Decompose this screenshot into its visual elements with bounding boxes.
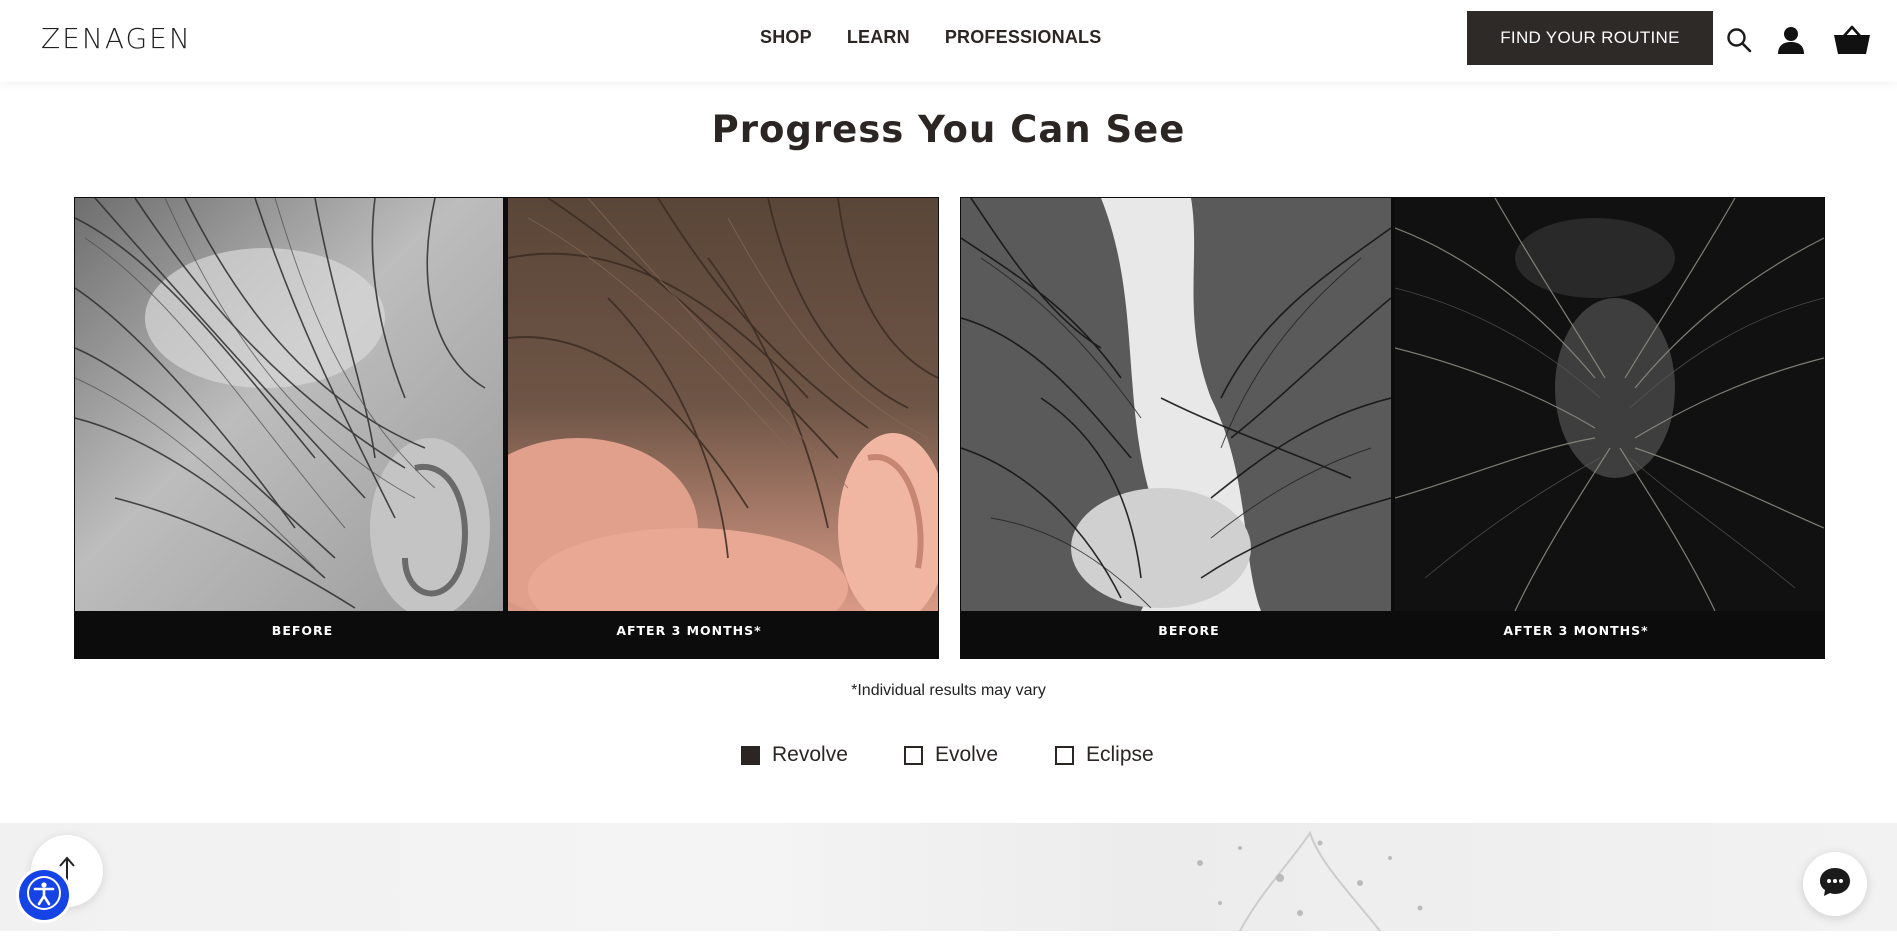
search-icon[interactable]	[1721, 22, 1757, 58]
main-nav: SHOP LEARN PROFESSIONALS	[760, 27, 1101, 48]
next-section-background	[0, 823, 1897, 931]
nav-professionals[interactable]: PROFESSIONALS	[945, 27, 1102, 48]
after-photo	[458, 197, 948, 648]
after-caption: AFTER 3 MONTHS*	[1503, 623, 1649, 638]
chat-icon	[1818, 866, 1852, 903]
account-icon[interactable]	[1773, 22, 1809, 58]
checkbox-unchecked[interactable]	[1055, 745, 1074, 765]
accessibility-button[interactable]	[19, 870, 69, 920]
option-label: Revolve	[772, 743, 848, 766]
option-label: Evolve	[935, 743, 999, 766]
find-your-routine-button[interactable]: FIND YOUR ROUTINE	[1467, 11, 1713, 65]
results-disclaimer: *Individual results may vary	[851, 682, 1046, 699]
comparison-panel-1: BEFORE AFTER 3 MONTHS*	[74, 197, 948, 659]
section-title: Progress You Can See	[711, 108, 1186, 151]
checkbox-checked[interactable]	[741, 745, 760, 765]
brand-logo[interactable]: ZENAGEN	[41, 22, 192, 55]
site-header: ZENAGEN SHOP LEARN PROFESSIONALS FIND YO…	[0, 0, 1897, 82]
checkbox-unchecked[interactable]	[904, 745, 923, 765]
accessibility-icon	[26, 875, 62, 916]
before-caption: BEFORE	[271, 623, 334, 638]
comparison-panel-2: BEFORE AFTER 3 MONTHS*	[960, 197, 1825, 659]
option-evolve[interactable]: Evolve	[904, 743, 998, 767]
after-caption: AFTER 3 MONTHS*	[616, 623, 762, 638]
before-photo	[960, 197, 1392, 611]
option-label: Eclipse	[1086, 743, 1154, 766]
after-photo	[1394, 197, 1825, 612]
before-photo	[74, 197, 503, 618]
water-splash-image	[1120, 823, 1480, 932]
nav-shop[interactable]: SHOP	[760, 27, 812, 48]
nav-learn[interactable]: LEARN	[847, 27, 910, 48]
chat-button[interactable]	[1803, 852, 1867, 916]
cart-icon[interactable]	[1832, 22, 1872, 58]
option-eclipse[interactable]: Eclipse	[1055, 743, 1154, 767]
option-revolve[interactable]: Revolve	[741, 743, 848, 767]
before-caption: BEFORE	[1158, 623, 1220, 638]
